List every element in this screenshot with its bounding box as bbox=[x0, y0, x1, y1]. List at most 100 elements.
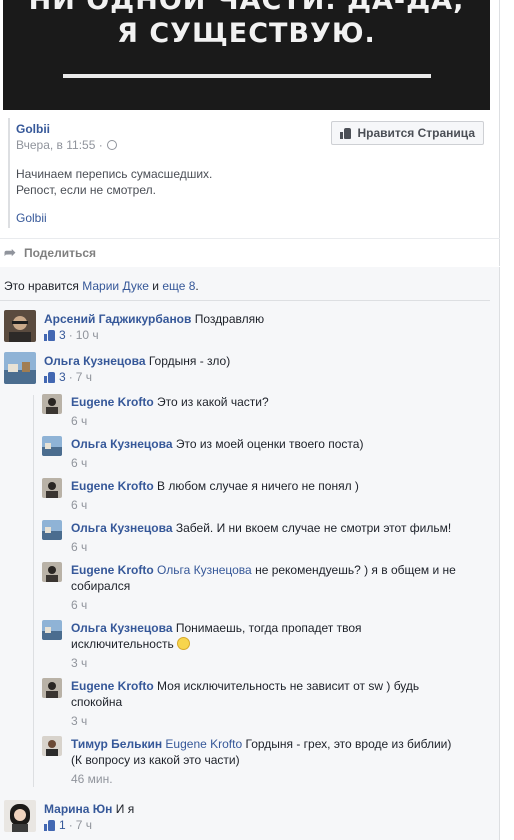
reply-text-continued: исключительность bbox=[71, 637, 174, 651]
avatar[interactable] bbox=[42, 520, 62, 540]
reply-author[interactable]: Ольга Кузнецова bbox=[71, 621, 173, 635]
avatar[interactable] bbox=[42, 478, 62, 498]
divider bbox=[0, 300, 490, 301]
reply-text: Понимаешь, тогда пропадет твоя bbox=[175, 621, 362, 635]
comment-author[interactable]: Марина Юн bbox=[44, 802, 112, 816]
reply-author[interactable]: Ольга Кузнецова bbox=[71, 521, 173, 535]
like-icon[interactable] bbox=[44, 329, 56, 341]
shared-post-time[interactable]: Вчера, в 11:55 · bbox=[16, 138, 103, 152]
avatar[interactable] bbox=[4, 800, 36, 832]
reply-author[interactable]: Тимур Белькин bbox=[71, 737, 162, 751]
reply-body: Eugene Krofto В любом случае я ничего не… bbox=[71, 478, 359, 513]
reply-author[interactable]: Eugene Krofto bbox=[71, 479, 154, 493]
reply-time[interactable]: 6 ч bbox=[71, 597, 87, 613]
shared-post-meta: Вчера, в 11:55 · bbox=[16, 138, 117, 152]
like-count[interactable]: 1 bbox=[59, 817, 66, 833]
reply-body: Ольга Кузнецова Это из моей оценки твоег… bbox=[71, 436, 363, 471]
avatar[interactable] bbox=[42, 562, 62, 582]
reply-time[interactable]: 3 ч bbox=[71, 655, 87, 671]
shared-post-text-line-2: Репост, если не смотрел. bbox=[16, 183, 156, 197]
reply-time[interactable]: 6 ч bbox=[71, 455, 87, 471]
reply-body: Eugene Krofto Это из какой части? 6 ч bbox=[71, 394, 269, 429]
more-likers-link[interactable]: еще 8 bbox=[162, 279, 195, 293]
avatar[interactable] bbox=[42, 620, 62, 640]
avatar[interactable] bbox=[42, 678, 62, 698]
likes-conjunction: и bbox=[152, 279, 159, 293]
comment-text: Гордыня - зло) bbox=[148, 354, 231, 368]
comment-body: Арсений Гаджикурбанов Поздравляю 3 · 10 … bbox=[44, 311, 264, 343]
shared-post: Golbii Вчера, в 11:55 · Начинаем перепис… bbox=[8, 118, 494, 228]
comment-meta: 1 · 7 ч bbox=[44, 817, 134, 833]
thumbs-up-icon bbox=[340, 127, 352, 139]
comment-time[interactable]: 7 ч bbox=[76, 369, 92, 385]
shared-post-text-line-1: Начинаем перепись сумасшедших. bbox=[16, 167, 213, 181]
reply-body: Eugene Krofto Моя исключительность не за… bbox=[71, 678, 481, 729]
reply-mention[interactable]: Eugene Krofto bbox=[165, 737, 242, 751]
comment: Марина Юн И я 1 · 7 ч bbox=[4, 800, 484, 836]
comment: Арсений Гаджикурбанов Поздравляю 3 · 10 … bbox=[4, 310, 484, 346]
shared-page-link[interactable]: Golbii bbox=[16, 211, 47, 225]
liker-name-link[interactable]: Марии Дуке bbox=[82, 279, 149, 293]
comment-author[interactable]: Ольга Кузнецова bbox=[44, 354, 146, 368]
reply-time[interactable]: 3 ч bbox=[71, 713, 87, 729]
share-button[interactable]: Поделиться bbox=[4, 244, 96, 261]
reply-text: Забей. И ни вкоем случае не смотри этот … bbox=[175, 521, 452, 535]
like-count[interactable]: 3 bbox=[59, 369, 66, 385]
like-count[interactable]: 3 bbox=[59, 327, 66, 343]
reply-author[interactable]: Eugene Krofto bbox=[71, 679, 154, 693]
reply-meta: 3 ч bbox=[71, 713, 481, 729]
comment-body: Ольга Кузнецова Гордыня - зло) 3 · 7 ч bbox=[44, 353, 230, 385]
reply-body: Ольга Кузнецова Забей. И ни вкоем случае… bbox=[71, 520, 451, 555]
shared-page-name[interactable]: Golbii bbox=[16, 122, 50, 136]
like-icon[interactable] bbox=[44, 819, 56, 831]
reply-mention[interactable]: Ольга Кузнецова bbox=[157, 563, 252, 577]
comment: Ольга Кузнецова Гордыня - зло) 3 · 7 ч bbox=[4, 352, 484, 388]
reply-text-continued: спокойна bbox=[71, 695, 123, 709]
shared-post-text: Начинаем перепись сумасшедших. Репост, е… bbox=[16, 166, 212, 198]
avatar[interactable] bbox=[42, 736, 62, 756]
reply-body: Eugene Krofto Ольга Кузнецова не рекомен… bbox=[71, 562, 481, 613]
reply-body: Тимур Белькин Eugene Krofto Гордыня - гр… bbox=[71, 736, 481, 787]
smile-emoji-icon bbox=[177, 637, 191, 650]
reply-meta: 6 ч bbox=[71, 497, 359, 513]
image-underline bbox=[63, 74, 431, 78]
reply-time[interactable]: 46 мин. bbox=[71, 771, 113, 787]
avatar[interactable] bbox=[42, 436, 62, 456]
comment-text: И я bbox=[115, 802, 135, 816]
reply-author[interactable]: Ольга Кузнецова bbox=[71, 437, 173, 451]
like-page-label: Нравится Страница bbox=[357, 126, 475, 140]
avatar[interactable] bbox=[4, 352, 36, 384]
post-image[interactable]: НИ ОДНОЙ ЧАСТИ. ДА-ДА, Я СУЩЕСТВУЮ. bbox=[3, 0, 490, 110]
likes-summary: Это нравится Марии Дуке и еще 8. bbox=[4, 279, 199, 293]
divider bbox=[0, 238, 500, 239]
separator: · bbox=[68, 370, 73, 384]
comment-time[interactable]: 10 ч bbox=[76, 327, 99, 343]
comment-meta: 3 · 7 ч bbox=[44, 369, 230, 385]
reply-text: не рекомендуешь? ) я в общем и не bbox=[255, 563, 456, 577]
avatar[interactable] bbox=[42, 394, 62, 414]
replies-thread-line bbox=[33, 395, 34, 787]
reply-author[interactable]: Eugene Krofto bbox=[71, 395, 154, 409]
reply-time[interactable]: 6 ч bbox=[71, 539, 87, 555]
reply-text: Моя исключительность не зависит от sw ) … bbox=[157, 679, 420, 693]
reply-text: Гордыня - грех, это вроде из библии) bbox=[245, 737, 452, 751]
reply-text: В любом случае я ничего не понял ) bbox=[157, 479, 359, 493]
reply-text-continued: собирался bbox=[71, 579, 131, 593]
like-page-button[interactable]: Нравится Страница bbox=[331, 121, 484, 145]
reply-meta: 3 ч bbox=[71, 655, 481, 671]
comment-time[interactable]: 7 ч bbox=[76, 817, 92, 833]
like-icon[interactable] bbox=[44, 371, 56, 383]
image-text-line-1: НИ ОДНОЙ ЧАСТИ. ДА-ДА, bbox=[28, 0, 465, 16]
reply-author[interactable]: Eugene Krofto bbox=[71, 563, 154, 577]
reply-time[interactable]: 6 ч bbox=[71, 413, 87, 429]
comment-text: Поздравляю bbox=[194, 312, 265, 326]
likes-suffix: . bbox=[195, 279, 199, 293]
reply-time[interactable]: 6 ч bbox=[71, 497, 87, 513]
avatar[interactable] bbox=[4, 310, 36, 342]
reply-body: Ольга Кузнецова Понимаешь, тогда пропаде… bbox=[71, 620, 481, 671]
comment-author[interactable]: Арсений Гаджикурбанов bbox=[44, 312, 191, 326]
share-icon bbox=[4, 244, 18, 261]
reply-meta: 6 ч bbox=[71, 455, 363, 471]
reply-text: Это из моей оценки твоего поста) bbox=[175, 437, 364, 451]
image-text-line-2: Я СУЩЕСТВУЮ. bbox=[117, 18, 376, 49]
